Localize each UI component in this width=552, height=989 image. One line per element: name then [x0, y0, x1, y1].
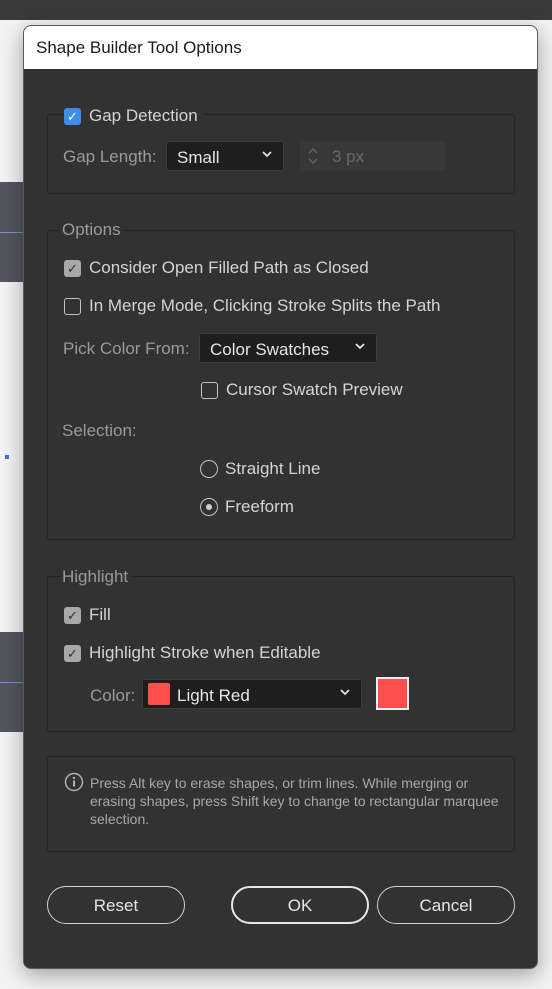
open-filled-path-checkbox[interactable]: ✓	[64, 260, 81, 277]
gap-length-value: Small	[177, 148, 220, 167]
color-swatch-icon	[148, 683, 170, 705]
ok-button[interactable]: OK	[231, 886, 369, 924]
info-icon	[64, 772, 84, 792]
app-top-bar	[0, 0, 552, 20]
straight-line-label: Straight Line	[225, 459, 321, 478]
chevron-down-icon	[262, 151, 272, 158]
open-filled-path-label: Consider Open Filled Path as Closed	[89, 258, 369, 277]
freeform-label: Freeform	[225, 497, 294, 516]
gap-length-label: Gap Length:	[63, 147, 157, 166]
highlight-color-select[interactable]: Light Red	[142, 679, 362, 709]
highlight-stroke-label: Highlight Stroke when Editable	[89, 643, 321, 662]
highlight-color-label: Color:	[90, 686, 136, 705]
pick-color-select[interactable]: Color Swatches	[199, 333, 377, 363]
chevron-down-icon	[355, 343, 365, 350]
merge-stroke-option[interactable]: In Merge Mode, Clicking Stroke Splits th…	[64, 296, 484, 318]
highlight-color-well[interactable]	[376, 677, 409, 710]
cursor-swatch-preview-option[interactable]: Cursor Swatch Preview	[201, 380, 421, 402]
dialog-title: Shape Builder Tool Options	[24, 26, 537, 69]
gap-detection-header[interactable]: ✓ Gap Detection	[64, 106, 204, 128]
reset-button[interactable]: Reset	[47, 886, 185, 924]
fill-option[interactable]: ✓ Fill	[64, 605, 184, 627]
merge-stroke-label: In Merge Mode, Clicking Stroke Splits th…	[89, 296, 441, 315]
gap-detection-checkbox[interactable]: ✓	[64, 108, 81, 125]
cancel-button[interactable]: Cancel	[377, 886, 515, 924]
open-filled-path-option[interactable]: ✓ Consider Open Filled Path as Closed	[64, 258, 404, 280]
freeform-radio[interactable]	[200, 498, 218, 516]
gap-length-select[interactable]: Small	[166, 141, 284, 171]
cursor-swatch-preview-checkbox[interactable]	[201, 382, 218, 399]
merge-stroke-checkbox[interactable]	[64, 298, 81, 315]
info-text: Press Alt key to erase shapes, or trim l…	[90, 775, 499, 827]
background-marker	[5, 455, 9, 459]
highlight-stroke-checkbox[interactable]: ✓	[64, 645, 81, 662]
options-group-label: Options	[60, 220, 123, 240]
selection-label: Selection:	[62, 421, 137, 440]
freeform-option[interactable]: Freeform	[200, 497, 360, 519]
cursor-swatch-preview-label: Cursor Swatch Preview	[226, 380, 403, 399]
gap-length-px-field: 3 px	[300, 141, 446, 171]
highlight-group-label: Highlight	[60, 567, 131, 587]
pick-color-label: Pick Color From:	[63, 339, 190, 358]
gap-length-px-value: 3 px	[332, 147, 365, 166]
highlight-stroke-option[interactable]: ✓ Highlight Stroke when Editable	[64, 643, 364, 665]
fill-label: Fill	[89, 605, 111, 624]
gap-detection-label: Gap Detection	[89, 106, 198, 125]
background-divider	[0, 232, 24, 233]
highlight-color-value: Light Red	[177, 686, 250, 705]
chevron-down-icon	[340, 689, 350, 696]
stepper-arrows-icon	[308, 147, 318, 165]
straight-line-radio[interactable]	[200, 460, 218, 478]
fill-checkbox[interactable]: ✓	[64, 607, 81, 624]
straight-line-option[interactable]: Straight Line	[200, 459, 360, 481]
pick-color-value: Color Swatches	[210, 340, 330, 359]
background-divider	[0, 682, 24, 683]
shape-builder-options-dialog: Shape Builder Tool Options ✓ Gap Detecti…	[23, 25, 538, 969]
